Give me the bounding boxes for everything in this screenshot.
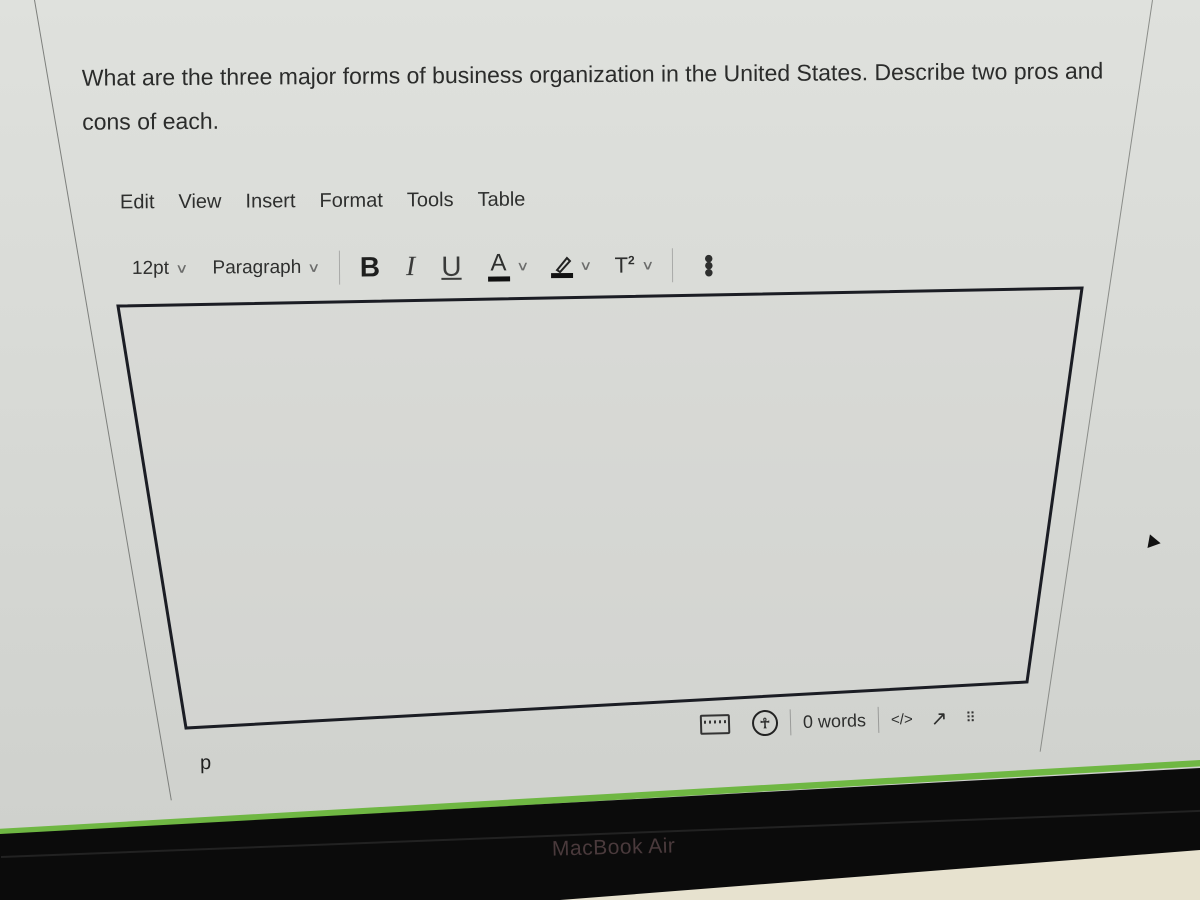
- laptop-screen: What are the three major forms of busine…: [0, 0, 1200, 830]
- editor-body-frame: [116, 286, 1084, 730]
- html-editor-button[interactable]: </>: [891, 710, 913, 728]
- keyboard-shortcuts-icon[interactable]: [699, 714, 731, 735]
- word-count[interactable]: 0 words: [803, 710, 867, 733]
- element-path[interactable]: p: [200, 752, 212, 775]
- accessibility-checker-icon[interactable]: ☥: [751, 709, 779, 737]
- statusbar-divider: [877, 706, 880, 733]
- statusbar-divider: [789, 709, 792, 736]
- resize-handle-icon[interactable]: ⠿: [965, 709, 977, 725]
- rich-text-area[interactable]: [116, 286, 1084, 730]
- device-brand-label: MacBook Air: [551, 834, 676, 861]
- fullscreen-icon[interactable]: ↗: [930, 705, 947, 730]
